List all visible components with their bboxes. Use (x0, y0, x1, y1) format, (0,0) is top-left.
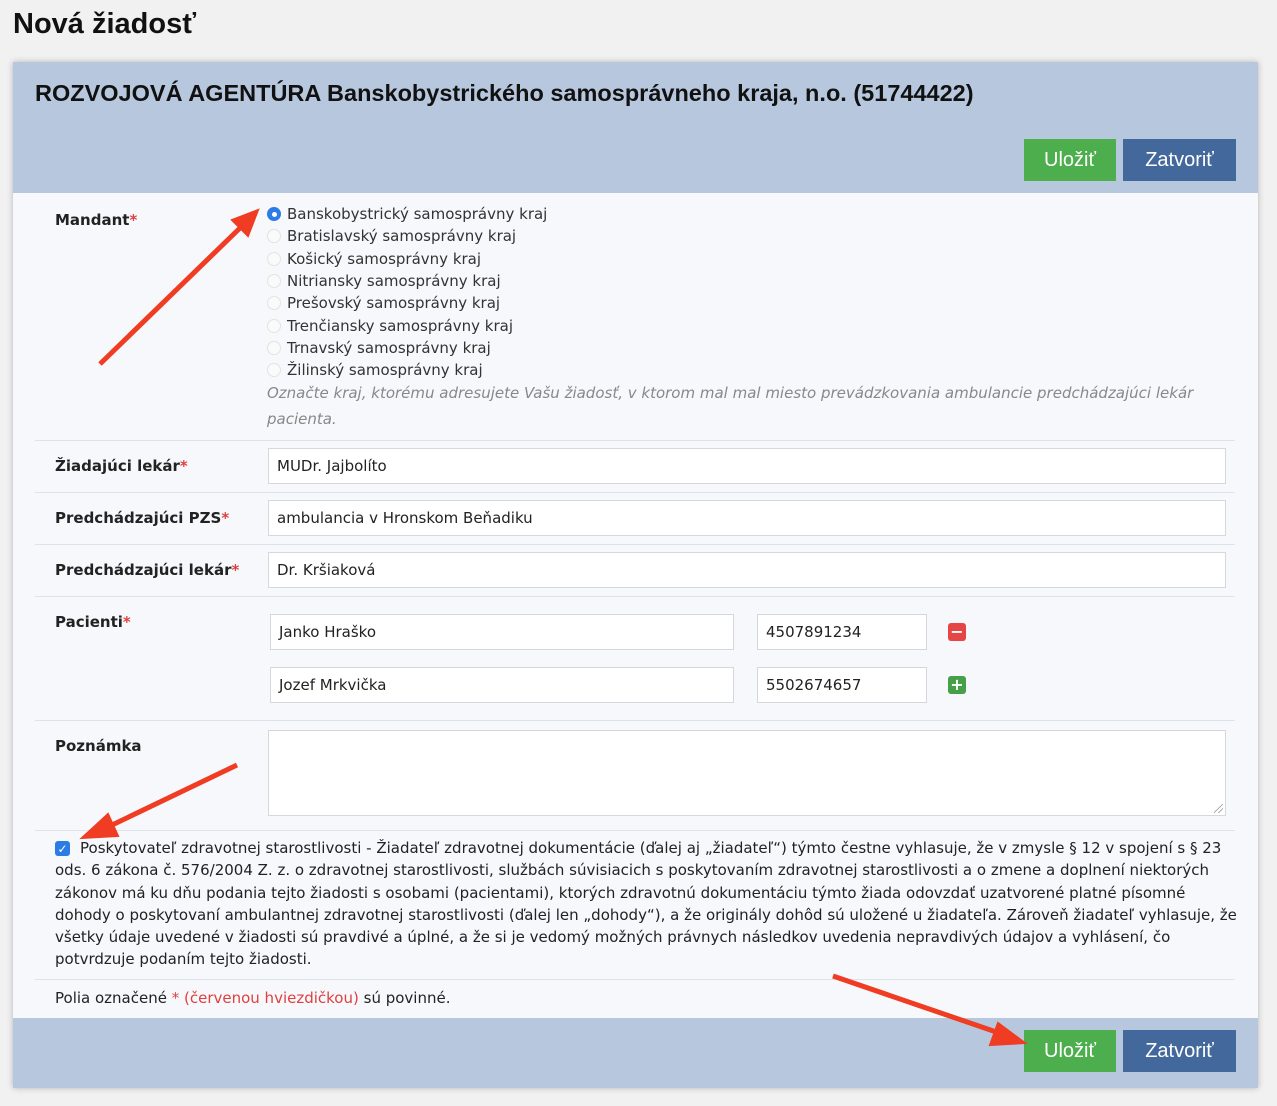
organization-title: ROZVOJOVÁ AGENTÚRA Banskobystrického sam… (35, 80, 974, 106)
patient-id-input[interactable]: 5502674657 (757, 667, 927, 703)
declaration-text: Poskytovateľ zdravotnej starostlivosti -… (55, 839, 1237, 969)
remove-icon[interactable]: − (948, 623, 966, 641)
radio-option[interactable]: Prešovský samosprávny kraj (267, 292, 547, 314)
radio-option-label: Prešovský samosprávny kraj (287, 294, 501, 313)
radio-unchecked-icon[interactable] (267, 274, 281, 289)
note-textarea[interactable] (268, 730, 1226, 816)
declaration-checkbox[interactable]: ✓ (55, 841, 70, 856)
radio-unchecked-icon[interactable] (267, 363, 281, 378)
previous-pzs-input[interactable]: ambulancia v Hronskom Beňadiku (268, 500, 1226, 536)
radio-option-label: Banskobystrický samosprávny kraj (287, 205, 548, 224)
form-header: ROZVOJOVÁ AGENTÚRA Banskobystrického sam… (13, 62, 1258, 193)
save-button-top[interactable]: Uložiť (1024, 139, 1116, 181)
previous-doctor-input[interactable]: Dr. Kršiaková (268, 552, 1226, 588)
patient-name-input[interactable]: Janko Hraško (270, 614, 734, 650)
mandant-radio-group: Banskobystrický samosprávny kraj Bratisl… (267, 203, 547, 381)
radio-option[interactable]: Trnavský samosprávny kraj (267, 337, 547, 359)
add-icon[interactable]: + (948, 676, 966, 694)
radio-option[interactable]: Banskobystrický samosprávny kraj (267, 203, 547, 225)
mandant-hint: Označte kraj, ktorému adresujete Vašu ži… (267, 384, 1194, 428)
radio-checked-icon[interactable] (267, 207, 281, 222)
radio-option-label: Bratislavský samosprávny kraj (287, 227, 517, 246)
radio-unchecked-icon[interactable] (267, 229, 281, 244)
note-label: Poznámka (55, 737, 142, 755)
radio-unchecked-icon[interactable] (267, 340, 281, 355)
radio-unchecked-icon[interactable] (267, 251, 281, 266)
radio-unchecked-icon[interactable] (267, 296, 281, 311)
radio-option[interactable]: Bratislavský samosprávny kraj (267, 225, 547, 247)
requesting-doctor-label: Žiadajúci lekár* (55, 457, 188, 475)
radio-unchecked-icon[interactable] (267, 318, 281, 333)
radio-option[interactable]: Žilinský samosprávny kraj (267, 359, 547, 381)
radio-option-label: Košický samosprávny kraj (287, 249, 482, 268)
previous-doctor-label: Predchádzajúci lekár* (55, 561, 240, 579)
radio-option-label: Žilinský samosprávny kraj (287, 361, 483, 380)
close-button-bottom[interactable]: Zatvoriť (1123, 1030, 1236, 1072)
request-form-panel: ROZVOJOVÁ AGENTÚRA Banskobystrického sam… (13, 62, 1258, 1088)
resize-grip-icon[interactable] (1214, 804, 1223, 813)
requesting-doctor-input[interactable]: MUDr. Jajbolíto (268, 448, 1226, 484)
previous-pzs-label: Predchádzajúci PZS* (55, 509, 230, 527)
patients-label: Pacienti* (55, 613, 131, 631)
patient-id-input[interactable]: 4507891234 (757, 614, 927, 650)
radio-option[interactable]: Trenčiansky samosprávny kraj (267, 314, 547, 336)
mandant-label: Mandant* (55, 211, 138, 229)
patient-name-input[interactable]: Jozef Mrkvička (270, 667, 734, 703)
radio-option-label: Trenčiansky samosprávny kraj (287, 316, 513, 335)
save-button-bottom[interactable]: Uložiť (1024, 1030, 1116, 1072)
radio-option-label: Trnavský samosprávny kraj (287, 338, 491, 357)
form-footer: Uložiť Zatvoriť (13, 1018, 1258, 1088)
radio-option-label: Nitriansky samosprávny kraj (287, 272, 501, 291)
page-title: Nová žiadosť (13, 8, 197, 40)
required-fields-note: Polia označené * (červenou hviezdičkou) … (55, 989, 451, 1007)
close-button-top[interactable]: Zatvoriť (1123, 139, 1236, 181)
radio-option[interactable]: Nitriansky samosprávny kraj (267, 270, 547, 292)
radio-option[interactable]: Košický samosprávny kraj (267, 248, 547, 270)
